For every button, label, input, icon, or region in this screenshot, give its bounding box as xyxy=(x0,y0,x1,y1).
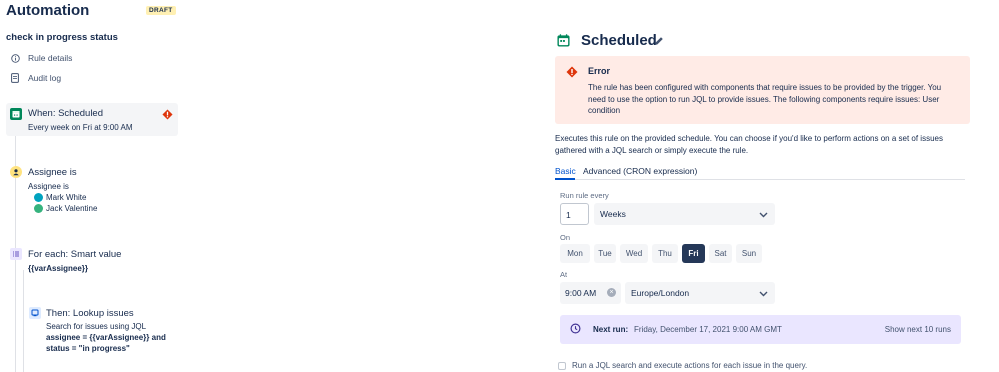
info-icon xyxy=(10,53,20,63)
avatar xyxy=(34,204,43,213)
timezone-value: Europe/London xyxy=(631,288,690,298)
day-sat[interactable]: Sat xyxy=(709,244,732,263)
day-sun[interactable]: Sun xyxy=(736,244,762,263)
timeline-connector-nested xyxy=(23,270,24,372)
show-next-runs-button[interactable]: Show next 10 runs xyxy=(885,325,951,334)
branch-title[interactable]: For each: Smart value xyxy=(28,249,121,260)
action-line-2: assignee = {{varAssignee}} and xyxy=(46,333,166,342)
calendar-icon xyxy=(10,108,22,120)
draft-badge: DRAFT xyxy=(146,6,176,15)
user-chip: Jack Valentine xyxy=(34,204,97,213)
day-selector: Mon Tue Wed Thu Fri Sat Sun xyxy=(560,244,766,263)
list-icon xyxy=(10,248,22,260)
run-every-unit-value: Weeks xyxy=(600,209,626,219)
timezone-select[interactable]: Europe/London xyxy=(625,282,775,304)
jql-search-checkbox-label: Run a JQL search and execute actions for… xyxy=(572,361,808,370)
pencil-icon[interactable] xyxy=(654,36,664,48)
user-name: Jack Valentine xyxy=(46,204,98,213)
at-label: At xyxy=(560,270,568,279)
time-input[interactable]: 9:00 AM × xyxy=(560,282,621,304)
day-tue[interactable]: Tue xyxy=(594,244,616,263)
condition-subtitle: Assignee is xyxy=(28,182,69,191)
error-icon xyxy=(162,109,173,122)
on-label: On xyxy=(560,233,571,242)
trigger-title: When: Scheduled xyxy=(28,108,103,119)
user-chip: Mark White xyxy=(34,193,86,202)
day-wed[interactable]: Wed xyxy=(620,244,648,263)
nav-audit-log[interactable]: Audit log xyxy=(10,72,61,84)
day-mon[interactable]: Mon xyxy=(560,244,590,263)
error-icon xyxy=(566,66,578,80)
nav-audit-log-label: Audit log xyxy=(28,73,62,83)
error-message: The rule has been configured with compon… xyxy=(588,83,942,115)
trigger-description: Executes this rule on the provided sched… xyxy=(555,134,943,155)
schedule-tabs: Basic Advanced (CRON expression) xyxy=(555,164,965,180)
run-every-label: Run rule every xyxy=(560,191,609,200)
jql-search-checkbox[interactable]: Run a JQL search and execute actions for… xyxy=(558,361,807,370)
day-thu[interactable]: Thu xyxy=(652,244,678,263)
trigger-subtitle: Every week on Fri at 9:00 AM xyxy=(28,123,133,132)
error-title: Error xyxy=(588,66,611,76)
active-tab-indicator xyxy=(555,178,575,180)
user-name: Mark White xyxy=(46,193,87,202)
action-title[interactable]: Then: Lookup issues xyxy=(46,308,134,319)
app-title: Automation xyxy=(6,2,90,19)
search-issue-icon xyxy=(29,307,41,319)
user-icon xyxy=(10,166,22,178)
action-line-3: status = "in progress" xyxy=(46,344,130,353)
condition-title[interactable]: Assignee is xyxy=(28,167,77,178)
calendar-icon xyxy=(557,34,570,49)
avatar xyxy=(34,193,43,202)
next-run-value: Friday, December 17, 2021 9:00 AM GMT xyxy=(634,325,782,334)
nav-rule-details-label: Rule details xyxy=(28,53,73,63)
checkbox-box[interactable] xyxy=(558,361,566,370)
clear-icon[interactable]: × xyxy=(607,288,616,297)
run-every-input[interactable]: 1 xyxy=(560,203,589,225)
day-fri[interactable]: Fri xyxy=(682,244,705,263)
action-line-1: Search for issues using JQL xyxy=(46,322,147,331)
branch-subtitle: {{varAssignee}} xyxy=(28,264,89,273)
time-value: 9:00 AM xyxy=(565,288,597,298)
document-icon xyxy=(10,73,20,83)
next-run-label: Next run: xyxy=(593,325,629,334)
nav-rule-details[interactable]: Rule details xyxy=(10,52,72,64)
tab-basic[interactable]: Basic xyxy=(555,166,576,176)
tab-advanced-cron[interactable]: Advanced (CRON expression) xyxy=(583,166,697,176)
rule-sidebar: Automation DRAFT check in progress statu… xyxy=(0,0,180,372)
error-banner: Error The rule has been configured with … xyxy=(555,56,970,124)
clock-icon xyxy=(570,323,581,336)
next-run-panel: Next run: Friday, December 17, 2021 9:00… xyxy=(560,315,961,344)
chevron-down-icon xyxy=(759,210,768,220)
run-every-unit-select[interactable]: Weeks xyxy=(594,203,775,225)
rule-name[interactable]: check in progress status xyxy=(6,32,118,43)
detail-title: Scheduled xyxy=(581,32,657,49)
chevron-down-icon xyxy=(759,289,768,299)
